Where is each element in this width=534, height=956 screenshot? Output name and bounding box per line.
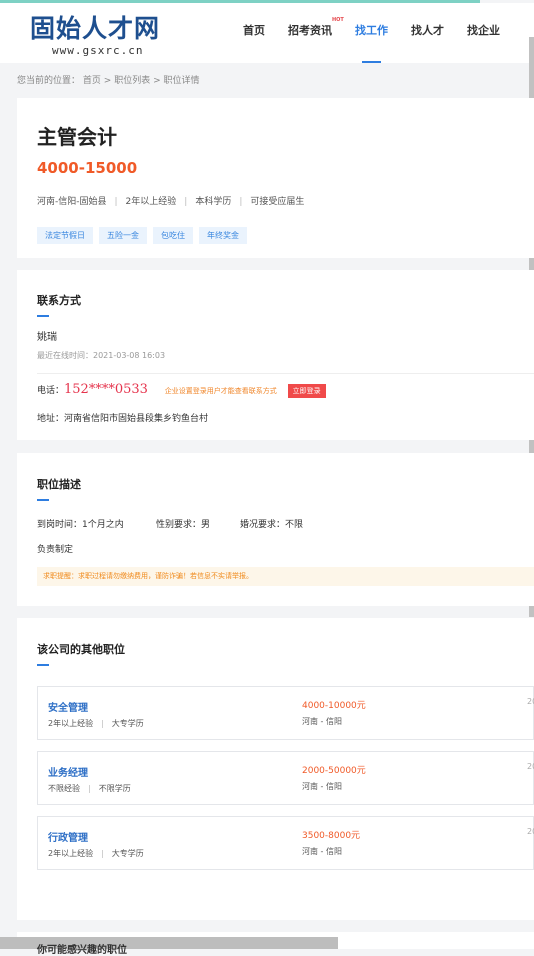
contact-address: 地址：河南省信阳市固始县段集乡钓鱼台村 <box>37 414 209 424</box>
other-job-salary: 2000-50000元 <box>302 766 366 776</box>
nav-exam-news[interactable]: 招考资讯 <box>288 22 332 38</box>
other-job-requirements: 2年以上经验 | 大专学历 <box>48 719 144 728</box>
scam-warning: 求职提醒：求职过程请勿缴纳费用，谨防诈骗！若信息不实请举报。 <box>37 567 534 586</box>
logo-text: 固始人才网 <box>30 14 161 43</box>
logo-url: www.gsxrc.cn <box>52 44 144 57</box>
job-fresh-grad: 可接受应届生 <box>250 197 305 207</box>
other-job-requirements: 2年以上经验 | 大专学历 <box>48 849 144 858</box>
site-logo[interactable]: 固始人才网 www.gsxrc.cn <box>22 7 172 61</box>
job-title: 主管会计 <box>37 125 117 149</box>
other-job-item[interactable]: 业务经理 不限经验|不限学历 2000-50000元 河南 - 信阳 20 <box>37 751 534 805</box>
job-salary: 4000-15000 <box>37 159 138 177</box>
benefit-tag: 法定节假日 <box>37 227 93 244</box>
arrival-time: 到岗时间：1个月之内 <box>37 520 124 530</box>
section-underline <box>37 499 49 501</box>
breadcrumb-home[interactable]: 首页 <box>83 76 101 86</box>
login-tip: 企业设置登录用户才能查看联系方式 <box>164 387 277 395</box>
site-header: 固始人才网 www.gsxrc.cn 首页 招考资讯 HOT 找工作 找人才 找… <box>0 3 534 63</box>
phone-label: 电话： <box>37 386 65 396</box>
contact-name: 姚瑞 <box>37 332 57 343</box>
nav-find-company[interactable]: 找企业 <box>467 22 500 38</box>
job-education: 本科学历 <box>195 197 232 207</box>
other-job-title[interactable]: 行政管理 <box>48 829 88 844</box>
benefit-tag: 年终奖金 <box>199 227 247 244</box>
other-job-location: 河南 - 信阳 <box>302 847 342 856</box>
other-job-date: 20 <box>527 827 534 836</box>
other-job-salary: 4000-10000元 <box>302 701 366 711</box>
other-job-salary: 3500-8000元 <box>302 831 361 841</box>
other-job-date: 20 <box>527 697 534 706</box>
login-button[interactable]: 立即登录 <box>287 384 326 398</box>
other-job-item[interactable]: 行政管理 2年以上经验|大专学历 3500-8000元 河南 - 信阳 20 <box>37 816 534 870</box>
other-job-item[interactable]: 安全管理 2年以上经验|大专学历 4000-10000元 河南 - 信阳 20 <box>37 686 534 740</box>
other-job-title[interactable]: 业务经理 <box>48 764 88 779</box>
section-underline <box>37 315 49 317</box>
nav-home[interactable]: 首页 <box>243 22 265 38</box>
gender-requirement: 性别要求：男 <box>156 520 211 530</box>
job-meta: 河南-信阳-固始县 | 2年以上经验 | 本科学历 | 可接受应届生 <box>37 197 305 207</box>
breadcrumb: 您当前的位置： 首页 > 职位列表 > 职位详情 <box>17 73 200 86</box>
other-jobs-section-title: 该公司的其他职位 <box>37 643 125 656</box>
breadcrumb-job-list[interactable]: 职位列表 <box>114 76 150 86</box>
other-job-location: 河南 - 信阳 <box>302 717 342 726</box>
benefit-tags: 法定节假日 五险一金 包吃住 年终奖金 <box>37 223 253 244</box>
other-job-location: 河南 - 信阳 <box>302 782 342 791</box>
breadcrumb-separator: > <box>103 76 115 86</box>
phone-number: 152****0533 <box>64 382 148 397</box>
other-job-title[interactable]: 安全管理 <box>48 699 88 714</box>
benefit-tag: 五险一金 <box>99 227 147 244</box>
job-duty: 负责制定 <box>37 545 74 555</box>
nav-find-talent[interactable]: 找人才 <box>411 22 444 38</box>
description-section-title: 职位描述 <box>37 478 81 491</box>
breadcrumb-job-detail: 职位详情 <box>163 76 200 86</box>
contact-phone-row: 电话：152****0533 企业设置登录用户才能查看联系方式 立即登录 <box>37 382 326 398</box>
nav-find-job[interactable]: 找工作 <box>355 22 388 38</box>
other-job-date: 20 <box>527 762 534 771</box>
breadcrumb-prefix: 您当前的位置： <box>17 76 81 86</box>
nav-active-underline <box>362 61 381 63</box>
contact-section-title: 联系方式 <box>37 294 81 307</box>
section-underline <box>37 664 49 666</box>
benefit-tag: 包吃住 <box>153 227 193 244</box>
hot-badge: HOT <box>332 17 344 23</box>
contact-last-online: 最近在线时间：2021-03-08 16:03 <box>37 351 166 360</box>
job-location: 河南-信阳-固始县 <box>37 197 107 207</box>
marital-requirement: 婚况要求：不限 <box>240 520 304 530</box>
job-experience: 2年以上经验 <box>125 197 177 207</box>
divider <box>37 373 534 374</box>
breadcrumb-separator: > <box>153 76 164 86</box>
other-job-requirements: 不限经验 | 不限学历 <box>48 784 131 793</box>
